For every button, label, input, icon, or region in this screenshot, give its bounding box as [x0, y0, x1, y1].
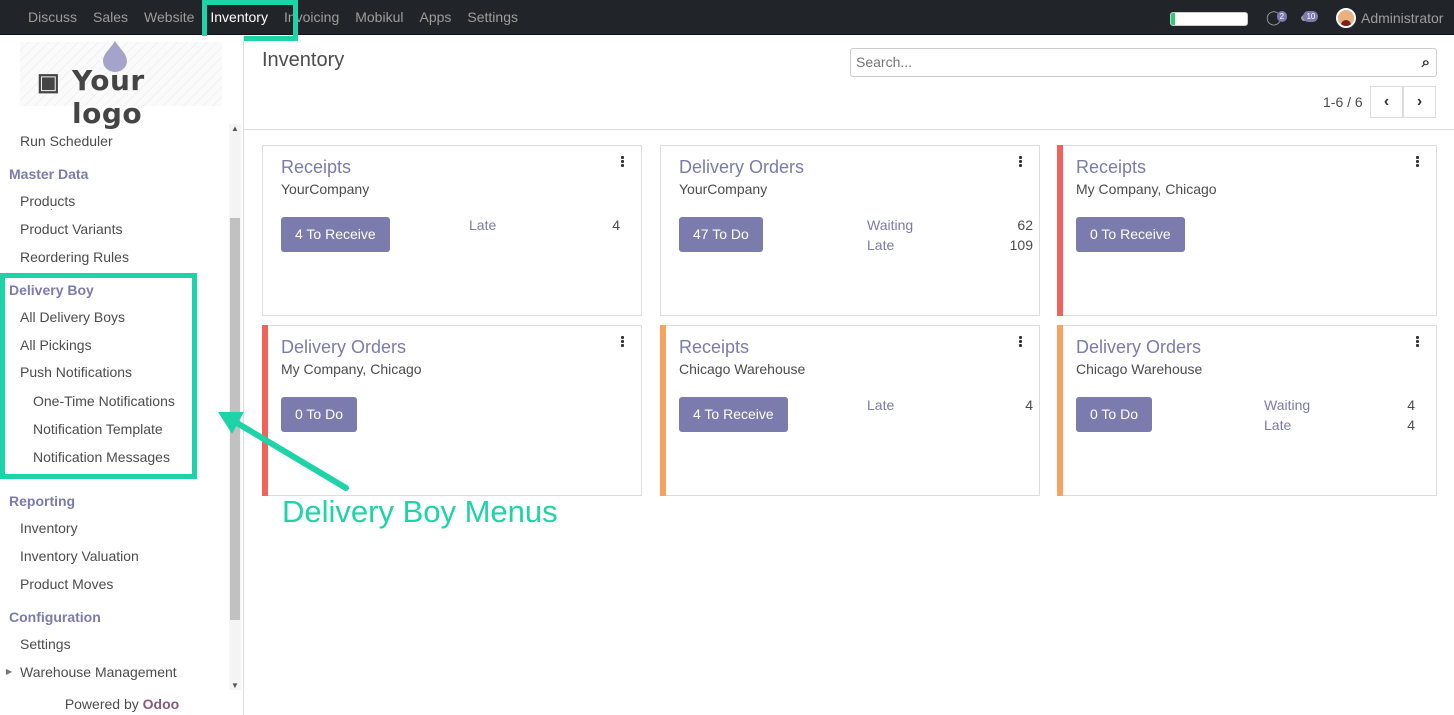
card-action-button[interactable]: 47 To Do	[679, 217, 763, 252]
operation-card[interactable]: Delivery Orders Chicago Warehouse 0 To Do W…	[1057, 325, 1437, 496]
sidebar-item-products[interactable]: Products	[20, 193, 75, 209]
stat-label[interactable]: Waiting	[1264, 397, 1310, 413]
card-company: YourCompany	[281, 181, 370, 197]
card-action-button[interactable]: 0 To Do	[1076, 397, 1152, 432]
status-stripe	[1057, 325, 1063, 496]
kebab-menu-icon[interactable]	[1019, 156, 1023, 168]
page-title: Inventory	[262, 49, 345, 71]
menu-website[interactable]: Website	[134, 0, 200, 35]
kebab-menu-icon[interactable]	[621, 336, 625, 348]
sidebar-section-configuration: Configuration	[9, 609, 101, 625]
company-logo[interactable]: ▣ Your logo	[20, 41, 222, 130]
card-title[interactable]: Receipts	[281, 157, 351, 178]
menu-apps[interactable]: Apps	[409, 0, 457, 35]
sidebar-item-inventory[interactable]: Inventory	[20, 520, 78, 536]
menu-sales[interactable]: Sales	[83, 0, 134, 35]
stat-label[interactable]: Late	[469, 217, 496, 233]
pager-previous-button[interactable]: ‹	[1370, 86, 1403, 118]
user-name: Administrator	[1361, 10, 1444, 26]
operation-card[interactable]: Receipts YourCompany 4 To Receive Late 4	[262, 145, 642, 316]
delivery-boy-highlight-box	[0, 273, 197, 479]
avatar	[1336, 8, 1356, 28]
card-company: Chicago Warehouse	[679, 361, 806, 377]
sidebar-item-product-moves[interactable]: Product Moves	[20, 576, 113, 592]
card-title[interactable]: Receipts	[679, 337, 749, 358]
stat-value: 109	[1009, 237, 1033, 253]
status-stripe	[660, 325, 666, 496]
card-title[interactable]: Delivery Orders	[1076, 337, 1201, 358]
card-title[interactable]: Receipts	[1076, 157, 1146, 178]
stat-value: 4	[612, 217, 620, 233]
scroll-down-arrow-icon[interactable]: ▼	[230, 681, 240, 690]
progress-fill	[1171, 13, 1175, 25]
inventory-highlight-box	[202, 0, 298, 41]
card-action-button[interactable]: 4 To Receive	[281, 217, 390, 252]
chat-button[interactable]: ◯ 2	[1266, 9, 1288, 25]
annotation-arrow-icon	[218, 412, 349, 491]
sidebar-item-run-scheduler[interactable]: Run Scheduler	[20, 133, 113, 149]
operation-card[interactable]: Receipts My Company, Chicago 0 To Receive	[1057, 145, 1437, 316]
status-stripe	[1057, 145, 1063, 316]
kebab-menu-icon[interactable]	[1416, 156, 1420, 168]
chevron-right-icon: ›	[1416, 93, 1423, 110]
stat-value: 62	[1017, 217, 1033, 233]
stat-value: 4	[1025, 397, 1033, 413]
operation-card[interactable]: Receipts Chicago Warehouse 4 To Receive Lat…	[660, 325, 1040, 496]
message-count-badge: 10	[1303, 10, 1319, 22]
kebab-menu-icon[interactable]	[1416, 336, 1420, 348]
annotation-label: Delivery Boy Menus	[282, 494, 558, 529]
user-menu[interactable]: Administrator	[1336, 8, 1443, 28]
powered-by: Powered by Odoo	[0, 696, 244, 712]
stat-label[interactable]: Late	[1264, 417, 1291, 433]
odoo-link[interactable]: Odoo	[143, 696, 180, 712]
onboarding-progress-bar[interactable]	[1170, 12, 1248, 26]
pager-next-button[interactable]: ›	[1403, 86, 1436, 118]
card-company: Chicago Warehouse	[1076, 361, 1203, 377]
card-action-button[interactable]: 4 To Receive	[679, 397, 788, 432]
sidebar-item-inventory-valuation[interactable]: Inventory Valuation	[20, 548, 139, 564]
caret-right-icon[interactable]: ▶	[6, 667, 12, 676]
powered-by-label: Powered by	[64, 696, 139, 712]
card-action-button[interactable]: 0 To Receive	[1076, 217, 1185, 252]
kebab-menu-icon[interactable]	[621, 156, 625, 168]
card-company: YourCompany	[679, 181, 768, 197]
card-title[interactable]: Delivery Orders	[679, 157, 804, 178]
sidebar-item-settings[interactable]: Settings	[20, 636, 71, 652]
stat-label[interactable]: Late	[867, 237, 894, 253]
logo-text: Your logo	[72, 64, 145, 130]
search-input[interactable]	[856, 49, 1396, 75]
control-panel-divider	[244, 129, 1454, 130]
scroll-up-arrow-icon[interactable]: ▲	[230, 124, 240, 133]
sidebar-section-master-data: Master Data	[9, 166, 89, 182]
camera-icon: ▣	[37, 69, 60, 96]
card-company: My Company, Chicago	[281, 361, 422, 377]
menu-settings[interactable]: Settings	[457, 0, 524, 35]
menu-discuss[interactable]: Discuss	[18, 0, 83, 35]
pager-value: 1-6 / 6	[1323, 94, 1363, 110]
stat-label[interactable]: Late	[867, 397, 894, 413]
messages-button[interactable]: ● 10	[1300, 9, 1319, 25]
search-icon[interactable]: ⌕	[1422, 54, 1430, 71]
stat-label[interactable]: Waiting	[867, 217, 913, 233]
chevron-left-icon: ‹	[1383, 93, 1390, 110]
search-bar[interactable]: ⌕	[850, 48, 1437, 77]
card-company: My Company, Chicago	[1076, 181, 1217, 197]
menu-mobikul[interactable]: Mobikul	[345, 0, 409, 35]
stat-value: 4	[1407, 417, 1415, 433]
stat-value: 4	[1407, 397, 1415, 413]
sidebar-item-product-variants[interactable]: Product Variants	[20, 221, 122, 237]
kebab-menu-icon[interactable]	[1019, 336, 1023, 348]
sidebar-item-warehouse-management[interactable]: Warehouse Management	[20, 664, 177, 680]
operation-card[interactable]: Delivery Orders YourCompany 47 To Do Waitin…	[660, 145, 1040, 316]
sidebar-item-reordering-rules[interactable]: Reordering Rules	[20, 249, 129, 265]
card-title[interactable]: Delivery Orders	[281, 337, 406, 358]
chat-count-badge: 2	[1276, 10, 1288, 22]
sidebar-section-reporting: Reporting	[9, 493, 76, 509]
